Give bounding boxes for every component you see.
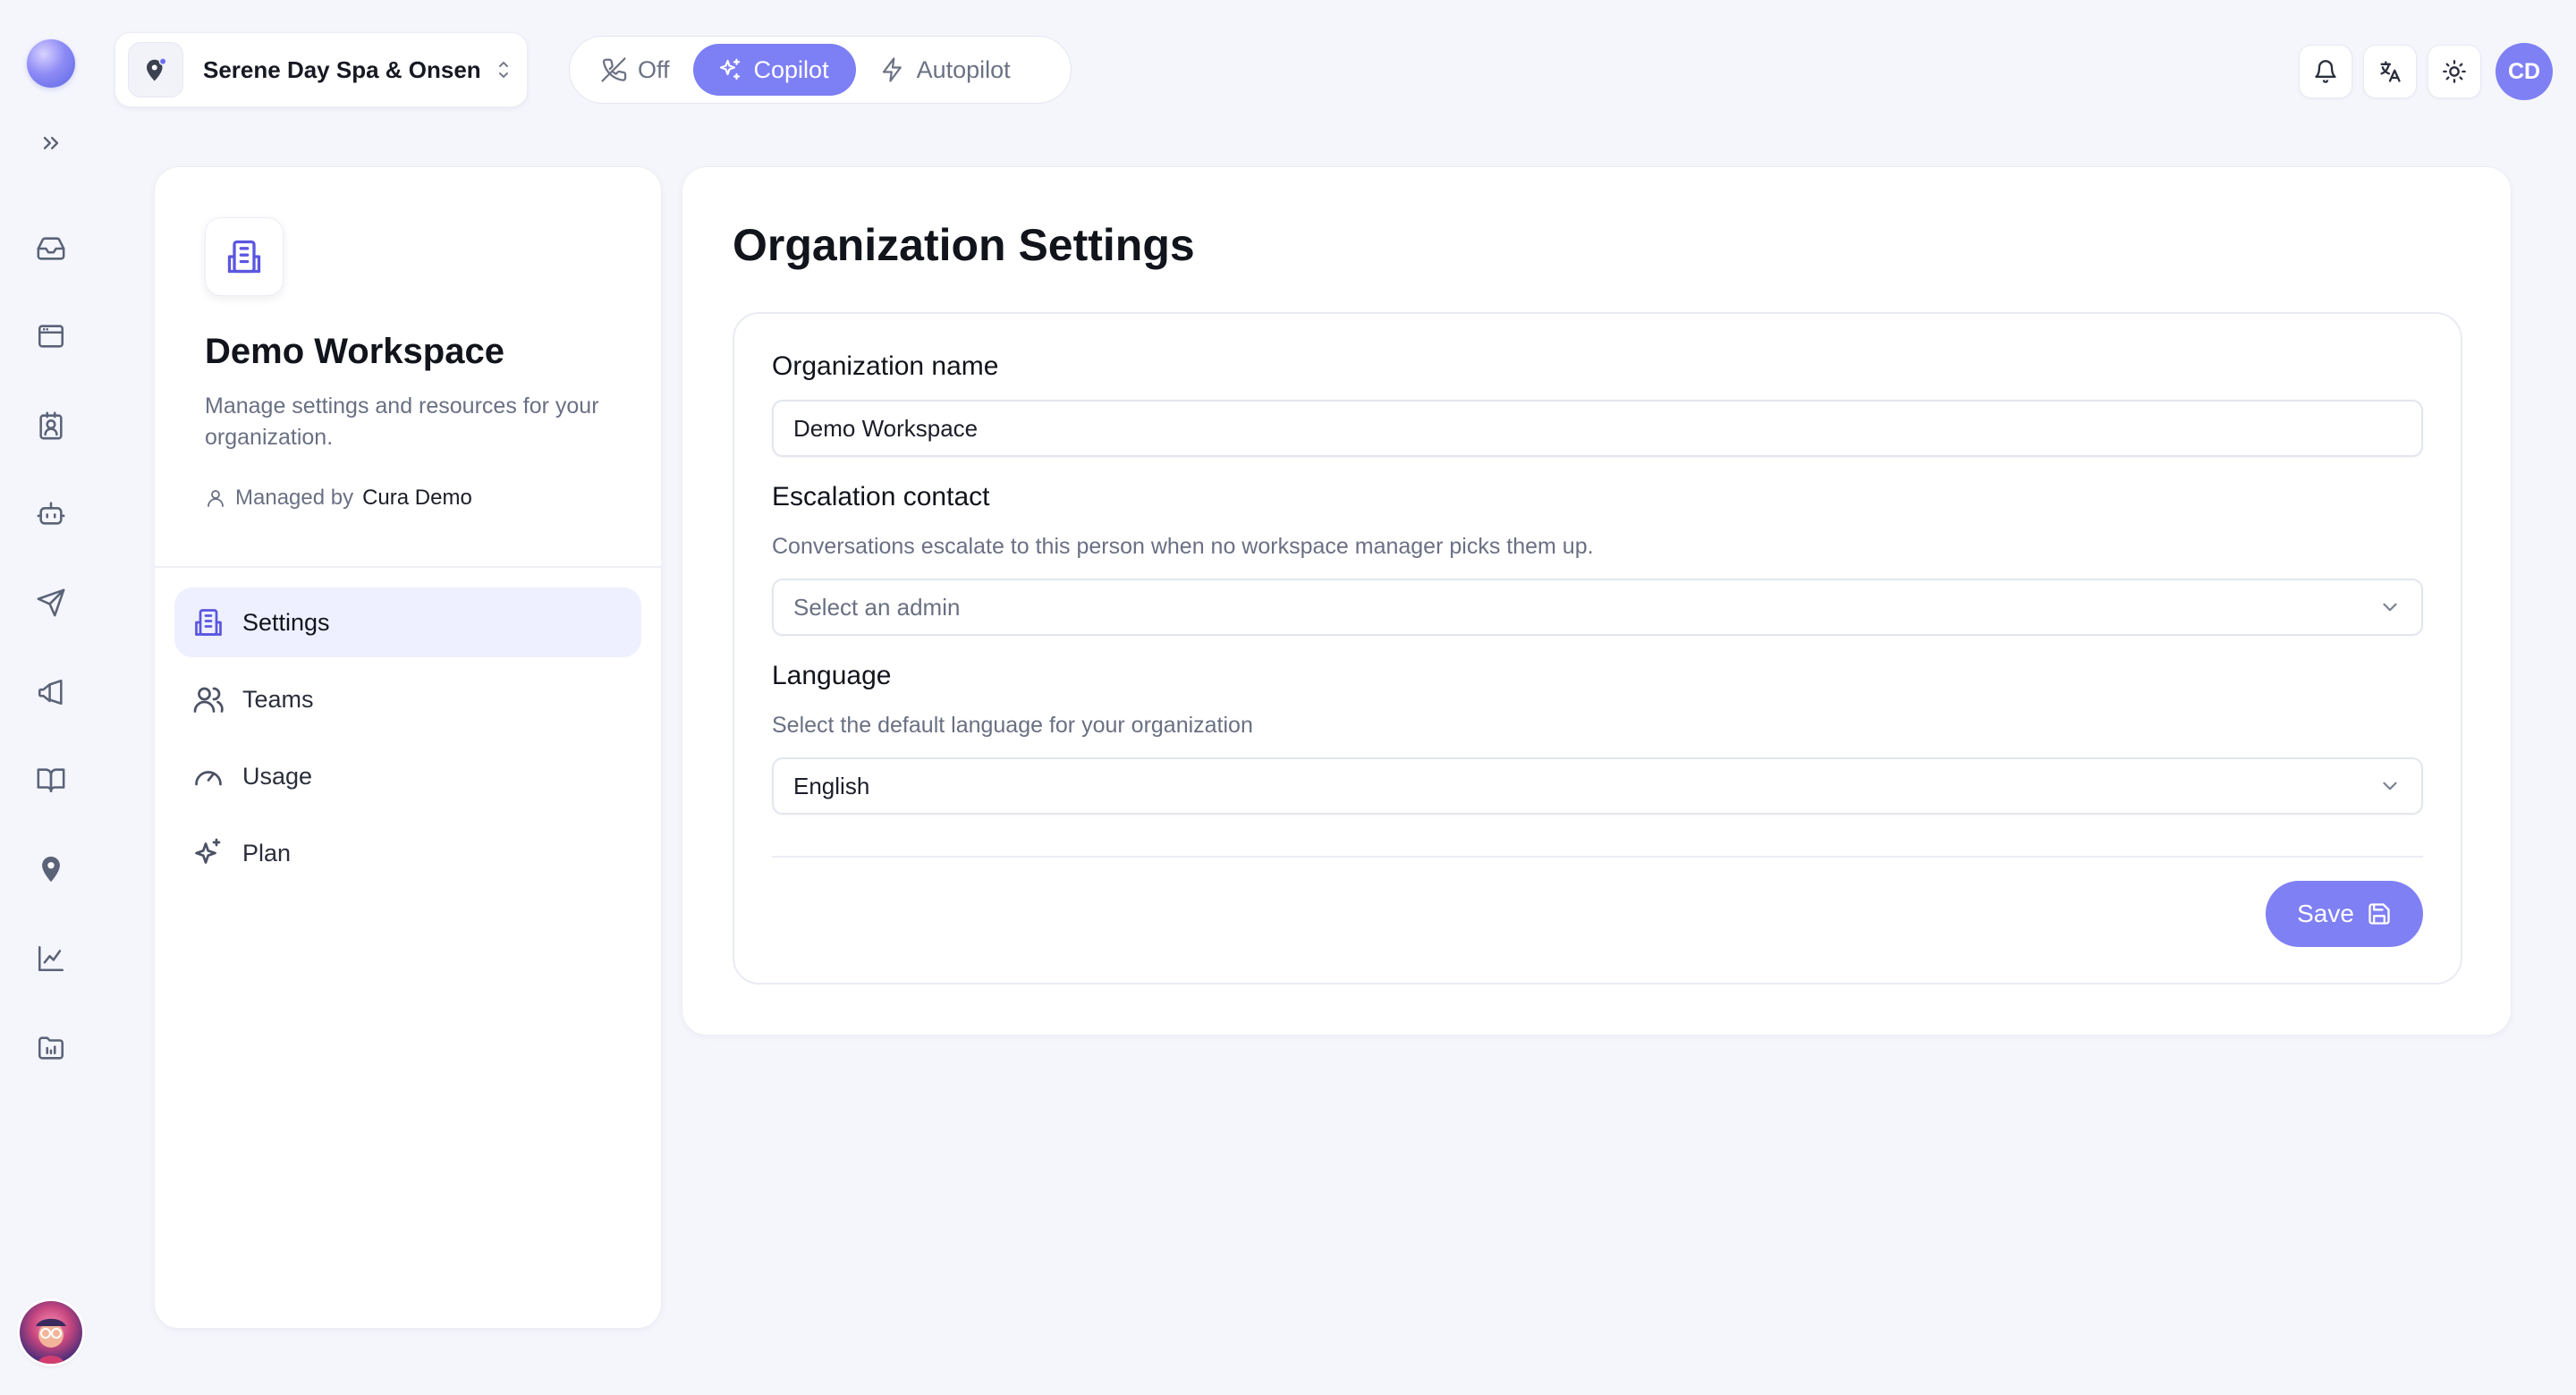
- expand-sidebar-icon[interactable]: [38, 131, 64, 156]
- workspace-panel: Demo Workspace Manage settings and resou…: [154, 166, 662, 1329]
- save-floppy-icon: [2368, 903, 2390, 925]
- language-help: Select the default language for your org…: [772, 713, 1253, 738]
- escalation-contact-help: Conversations escalate to this person wh…: [772, 534, 1594, 559]
- phone-off-icon: [601, 57, 627, 82]
- managed-by-name: Cura Demo: [362, 486, 472, 510]
- profile-avatar[interactable]: [20, 1301, 82, 1364]
- folder-chart-icon[interactable]: [31, 1028, 71, 1068]
- app-logo[interactable]: [27, 39, 75, 88]
- mode-autopilot-label: Autopilot: [916, 55, 1011, 83]
- nav-item-plan[interactable]: Plan: [174, 818, 641, 888]
- translate-language-icon[interactable]: [2363, 45, 2417, 98]
- organization-switcher[interactable]: Serene Day Spa & Onsen: [114, 32, 528, 107]
- organization-name-input[interactable]: Demo Workspace: [772, 400, 2423, 457]
- nav-item-label: Settings: [242, 608, 330, 636]
- send-icon[interactable]: [31, 583, 71, 622]
- nav-item-settings[interactable]: Settings: [174, 588, 641, 657]
- left-rail: [0, 0, 102, 1395]
- divider: [772, 856, 2423, 858]
- gauge-icon: [195, 771, 222, 786]
- nav-item-label: Usage: [242, 762, 313, 790]
- divider: [155, 566, 661, 568]
- escalation-contact-placeholder: Select an admin: [793, 593, 961, 621]
- mode-copilot-button[interactable]: Copilot: [692, 44, 856, 96]
- organization-settings-card: Organization Settings Organization name …: [682, 166, 2512, 1036]
- chevrons-up-down-icon: [493, 56, 514, 83]
- sparkles-icon: [719, 58, 740, 80]
- inbox-icon[interactable]: [31, 229, 71, 268]
- workspace-description: Manage settings and resources for your o…: [205, 393, 599, 450]
- line-chart-icon[interactable]: [31, 939, 71, 978]
- ai-mode-toggle: Off Copilot Autopilot: [569, 36, 1072, 104]
- language-select[interactable]: English: [772, 757, 2423, 815]
- escalation-contact-select[interactable]: Select an admin: [772, 579, 2423, 636]
- save-button-label: Save: [2297, 900, 2354, 927]
- mode-off-button[interactable]: Off: [577, 44, 693, 96]
- page-title: Organization Settings: [733, 220, 1195, 270]
- browser-window-icon[interactable]: [31, 317, 71, 356]
- building-icon: [195, 609, 222, 636]
- nav-item-label: Plan: [242, 839, 292, 867]
- managed-by: Managed by Cura Demo: [205, 486, 472, 511]
- notifications-bell-icon[interactable]: [2299, 45, 2352, 98]
- location-pin-icon: [128, 42, 183, 97]
- organization-name: Serene Day Spa & Onsen: [203, 55, 481, 83]
- megaphone-icon[interactable]: [31, 672, 71, 712]
- nav-item-label: Teams: [242, 685, 314, 713]
- top-actions: CD: [2299, 43, 2553, 100]
- bot-icon[interactable]: [31, 494, 71, 533]
- nav-item-teams[interactable]: Teams: [174, 664, 641, 734]
- user-icon: [208, 490, 224, 507]
- language-label: Language: [772, 661, 892, 690]
- user-avatar[interactable]: CD: [2496, 43, 2553, 100]
- contact-card-icon[interactable]: [31, 406, 71, 445]
- building-icon: [205, 217, 284, 296]
- book-open-icon[interactable]: [31, 760, 71, 799]
- workspace-title: Demo Workspace: [205, 332, 504, 371]
- chevron-down-icon: [2383, 603, 2397, 612]
- organization-name-value: Demo Workspace: [793, 414, 979, 442]
- sparkles-icon: [195, 838, 221, 864]
- location-pin-icon[interactable]: [31, 850, 71, 889]
- chevron-down-icon: [2383, 782, 2397, 790]
- mode-copilot-label: Copilot: [753, 55, 829, 83]
- theme-sun-icon[interactable]: [2428, 45, 2481, 98]
- organization-name-label: Organization name: [772, 351, 999, 381]
- lightning-icon: [882, 57, 902, 82]
- settings-form: Organization name Demo Workspace Escalat…: [733, 312, 2462, 985]
- workspace-nav: Settings Teams Usage Plan: [174, 588, 641, 895]
- save-button[interactable]: Save: [2266, 881, 2423, 947]
- mode-off-label: Off: [638, 55, 670, 83]
- mode-autopilot-button[interactable]: Autopilot: [856, 44, 1034, 96]
- language-value: English: [793, 772, 870, 799]
- nav-item-usage[interactable]: Usage: [174, 741, 641, 811]
- managed-by-prefix: Managed by: [235, 486, 354, 510]
- escalation-contact-label: Escalation contact: [772, 482, 990, 512]
- users-icon: [193, 687, 224, 713]
